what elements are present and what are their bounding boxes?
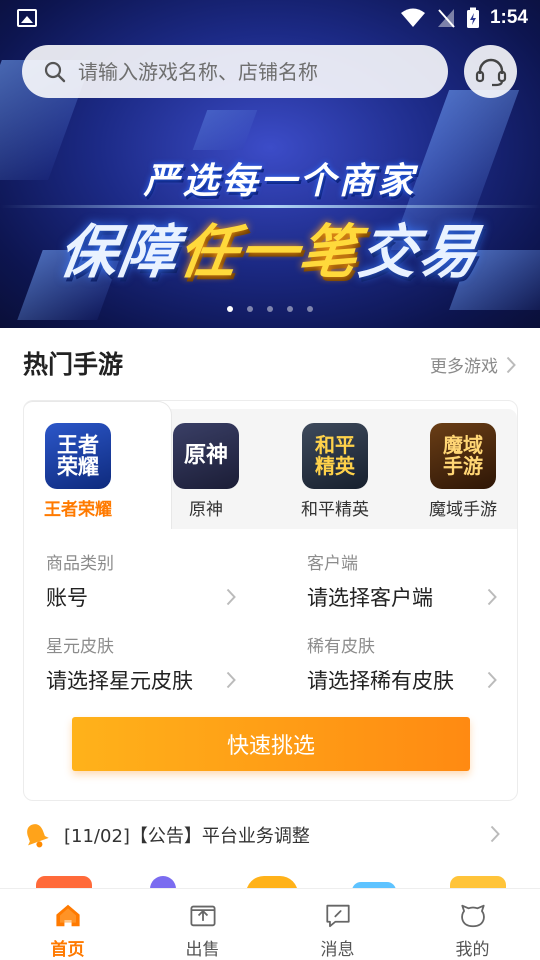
chevron-right-icon <box>226 671 236 689</box>
search-bar[interactable] <box>22 45 448 98</box>
game-tab-genshin[interactable]: 原神 原神 <box>156 423 256 520</box>
gallery-notification-icon <box>17 9 37 27</box>
pagination-dot <box>287 306 293 312</box>
game-icon-mu-yu: 魔域手游 <box>430 423 496 489</box>
banner-pagination <box>0 306 540 312</box>
nav-sell[interactable]: 出售 <box>135 889 270 960</box>
customer-service-button[interactable] <box>464 45 517 98</box>
headset-icon <box>475 58 506 86</box>
banner-slogan-part: 保障 <box>54 218 185 286</box>
more-games-link[interactable]: 更多游戏 <box>430 352 516 377</box>
chevron-right-icon <box>226 588 236 606</box>
announcement-bar[interactable]: [11/02]【公告】平台业务调整 <box>22 815 518 855</box>
status-bar: 1:54 <box>0 0 540 36</box>
nav-label: 消息 <box>320 940 355 960</box>
game-tab-mu-yu[interactable]: 魔域手游 魔域手游 <box>413 423 513 520</box>
filter-category[interactable]: 商品类别 账号 <box>46 549 256 612</box>
chevron-right-icon <box>487 588 497 606</box>
profile-icon <box>460 904 485 928</box>
wifi-icon <box>400 8 425 27</box>
pagination-dot <box>247 306 253 312</box>
message-icon <box>325 904 350 928</box>
chevron-right-icon <box>490 825 500 843</box>
filter-label: 商品类别 <box>46 554 114 574</box>
game-icon-text: 和平精英 <box>315 433 355 478</box>
nav-label: 我的 <box>455 940 490 960</box>
filter-label: 星元皮肤 <box>46 637 114 657</box>
battery-charging-icon <box>466 7 479 28</box>
pagination-dot <box>227 306 233 312</box>
game-tab-honor-of-kings[interactable]: 王者荣耀 王者荣耀 <box>28 423 128 520</box>
filter-client[interactable]: 客户端 请选择客户端 <box>307 549 517 612</box>
game-tab-peacekeeper-elite[interactable]: 和平精英 和平精英 <box>285 423 385 520</box>
nav-label: 首页 <box>50 940 85 960</box>
game-label: 原神 <box>189 500 223 520</box>
filter-rare-skin[interactable]: 稀有皮肤 请选择稀有皮肤 <box>307 632 517 695</box>
filter-value: 账号 <box>46 586 88 610</box>
more-games-label: 更多游戏 <box>430 357 498 377</box>
search-icon <box>44 61 66 82</box>
game-label: 和平精英 <box>301 500 369 520</box>
no-signal-icon <box>437 9 455 28</box>
game-icon-text: 原神 <box>183 443 228 469</box>
pagination-dot <box>267 306 273 312</box>
nav-home[interactable]: 首页 <box>0 889 135 960</box>
quick-select-button[interactable]: 快速挑选 <box>72 717 470 771</box>
game-icon-honor-of-kings: 王者荣耀 <box>45 423 111 489</box>
game-icon-text: 王者荣耀 <box>57 432 99 479</box>
nav-profile[interactable]: 我的 <box>405 889 540 960</box>
bottom-navigation: 首页 出售 消息 我的 <box>0 888 540 960</box>
filter-value: 请选择稀有皮肤 <box>307 669 454 693</box>
bell-icon <box>27 824 49 848</box>
section-title-hot-games: 热门手游 <box>23 350 124 379</box>
filter-value-row: 请选择客户端 <box>307 582 497 612</box>
announcement-text: [11/02]【公告】平台业务调整 <box>64 826 310 847</box>
game-label: 魔域手游 <box>429 500 497 520</box>
game-filter-card: 王者荣耀 王者荣耀 原神 原神 和平精英 和平精英 魔域手游 魔域手游 商品类别… <box>23 400 518 801</box>
filter-value-row: 账号 <box>46 582 236 612</box>
filter-value: 请选择星元皮肤 <box>46 669 193 693</box>
chevron-right-icon <box>506 356 516 373</box>
nav-label: 出售 <box>185 940 220 960</box>
filter-value: 请选择客户端 <box>307 586 433 610</box>
banner-slogan-part: 交易 <box>354 218 485 286</box>
pagination-dot <box>307 306 313 312</box>
upload-icon <box>190 905 215 927</box>
filter-label: 客户端 <box>307 554 358 574</box>
filter-label: 稀有皮肤 <box>307 637 375 657</box>
search-input[interactable] <box>78 59 408 84</box>
filter-star-skin[interactable]: 星元皮肤 请选择星元皮肤 <box>46 632 256 695</box>
game-icon-genshin: 原神 <box>173 423 239 489</box>
banner-slogan-line2: 保障任一笔交易 <box>0 205 540 289</box>
filter-value-row: 请选择稀有皮肤 <box>307 665 497 695</box>
banner-slogan-highlight: 任一笔 <box>174 218 365 286</box>
clock-time: 1:54 <box>489 7 528 28</box>
game-icon-text: 魔域手游 <box>443 433 483 478</box>
game-icon-peacekeeper-elite: 和平精英 <box>302 423 368 489</box>
home-icon <box>55 904 80 927</box>
nav-messages[interactable]: 消息 <box>270 889 405 960</box>
banner-decoration <box>192 110 258 150</box>
status-icons: 1:54 <box>400 6 528 30</box>
banner-slogan-line1: 严选每一个商家 <box>143 161 417 202</box>
filter-value-row: 请选择星元皮肤 <box>46 665 236 695</box>
chevron-right-icon <box>487 671 497 689</box>
game-label: 王者荣耀 <box>44 500 112 520</box>
